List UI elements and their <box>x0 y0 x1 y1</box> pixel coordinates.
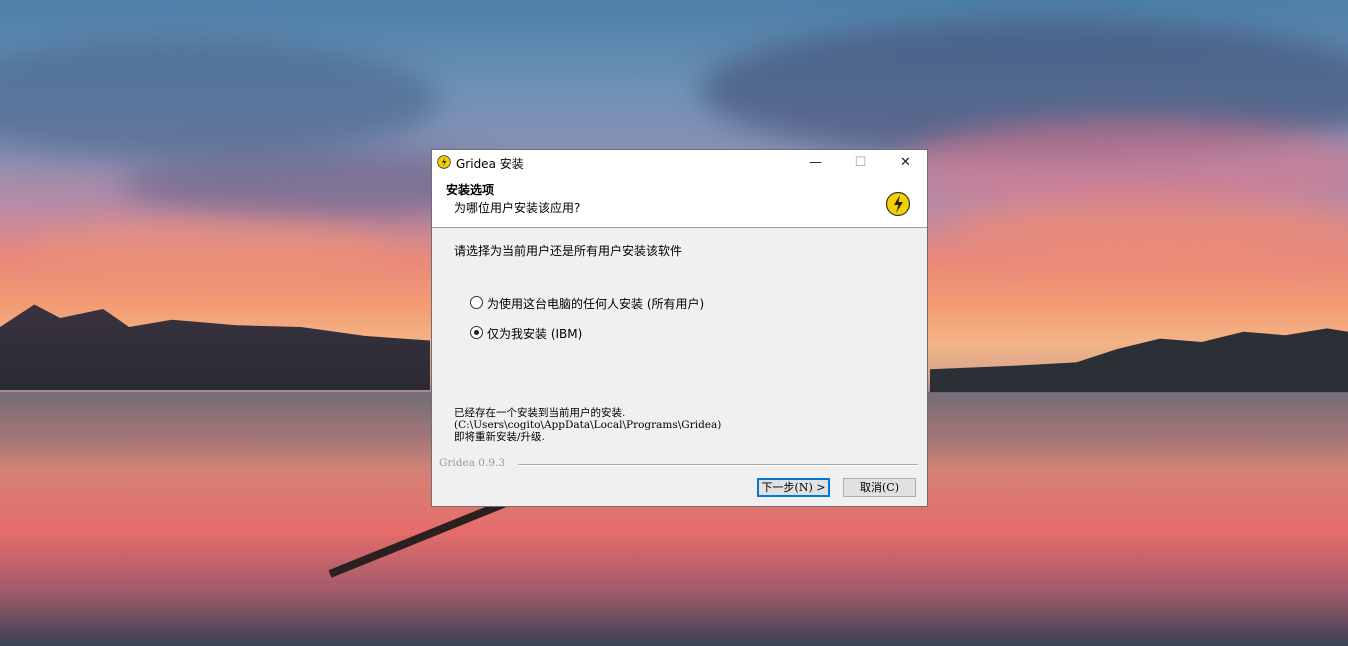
radio-label[interactable]: 仅为我安装 (IBM) <box>487 325 582 342</box>
radio-button[interactable] <box>470 296 483 309</box>
gridea-logo-icon <box>437 155 451 169</box>
info-line: 已经存在一个安装到当前用户的安装. <box>454 407 626 419</box>
page-title: 安装选项 <box>446 183 495 197</box>
minimize-button[interactable]: — <box>793 150 838 175</box>
divider-line <box>518 464 918 466</box>
maximize-button[interactable]: ☐ <box>838 150 883 175</box>
version-divider: Gridea 0.9.3 <box>439 457 919 471</box>
close-button[interactable]: ✕ <box>883 150 928 175</box>
window-title: Gridea 安装 <box>456 157 524 171</box>
gridea-logo-icon <box>885 191 911 217</box>
existing-install-info: 已经存在一个安装到当前用户的安装. (C:\Users\cogito\AppDa… <box>454 407 721 443</box>
title-bar: Gridea 安装 — ☐ ✕ <box>432 150 927 175</box>
installer-dialog: Gridea 安装 — ☐ ✕ 安装选项 为哪位用户安装该应用? 请选择为当前用… <box>431 149 928 507</box>
info-line: 即将重新安装/升级. <box>454 431 545 443</box>
radio-button[interactable] <box>470 326 483 339</box>
next-button[interactable]: 下一步(N) > <box>757 478 830 497</box>
page-subtitle: 为哪位用户安装该应用? <box>454 201 581 215</box>
info-line: (C:\Users\cogito\AppData\Local\Programs\… <box>454 419 722 431</box>
radio-label[interactable]: 为使用这台电脑的任何人安装 (所有用户) <box>487 295 704 312</box>
radio-selected-dot <box>474 330 479 335</box>
version-label: Gridea 0.9.3 <box>439 457 506 469</box>
install-scope-prompt: 请选择为当前用户还是所有用户安装该软件 <box>454 244 683 258</box>
cancel-button[interactable]: 取消(C) <box>843 478 916 497</box>
wizard-header: 安装选项 为哪位用户安装该应用? <box>432 175 927 228</box>
